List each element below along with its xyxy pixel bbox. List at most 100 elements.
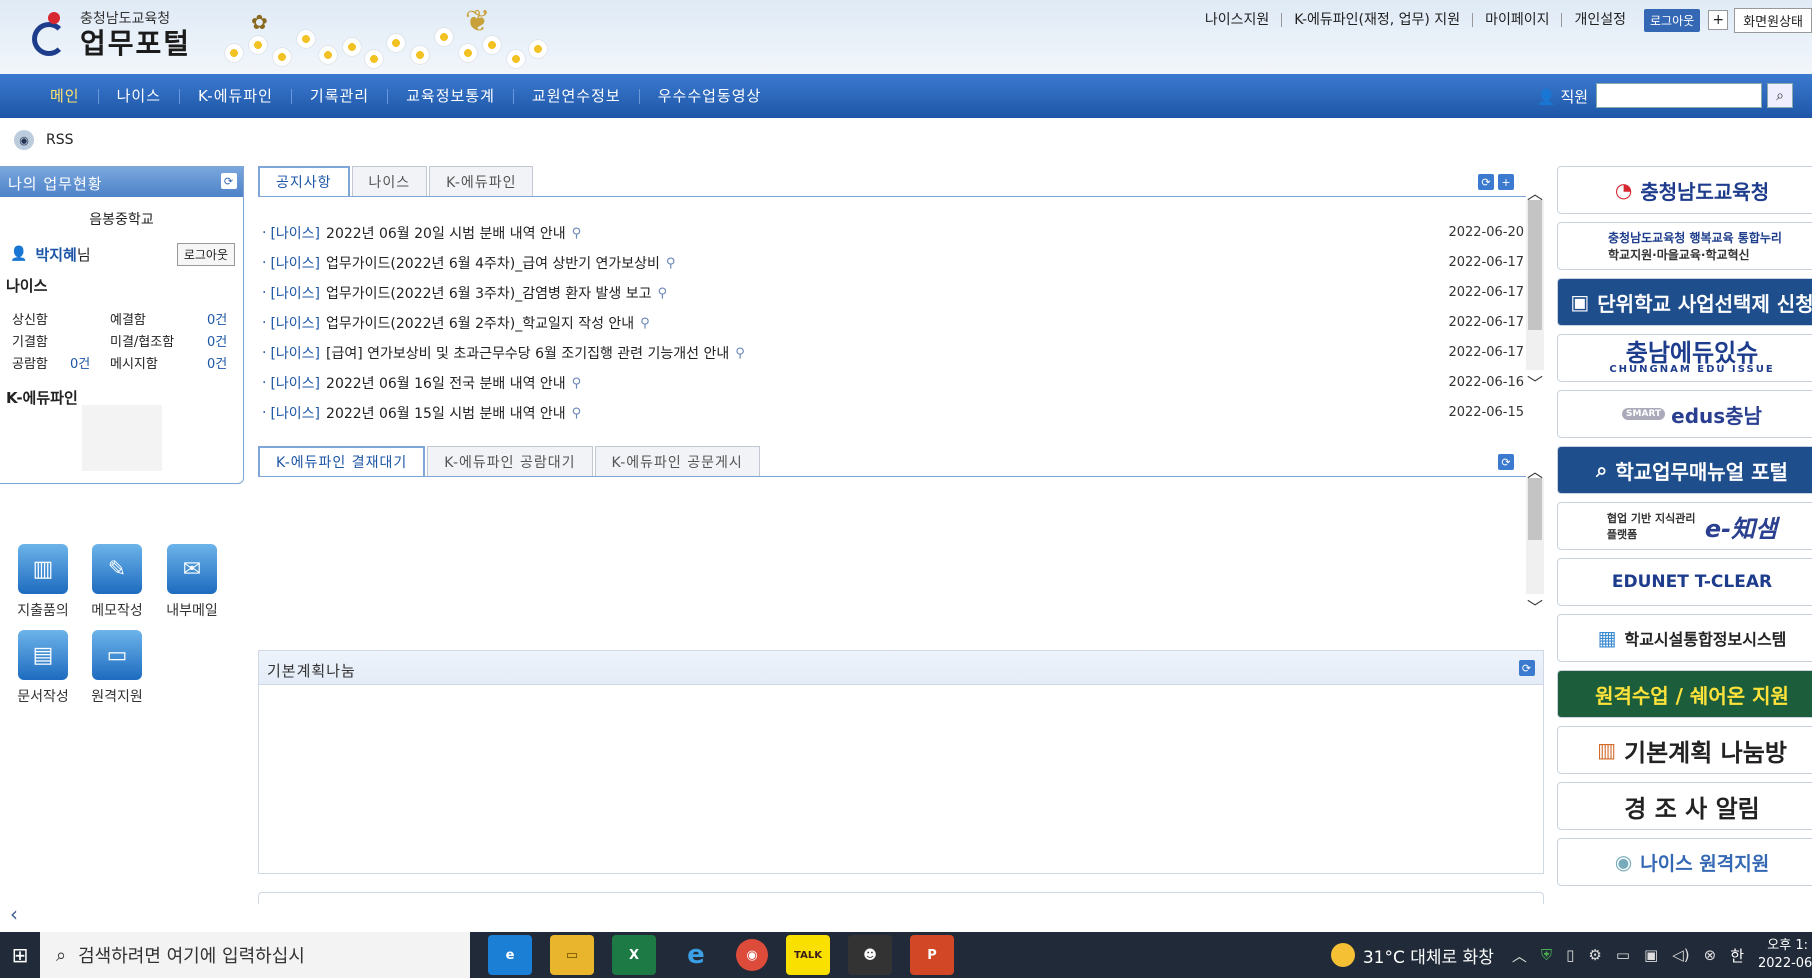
portal-logo[interactable]: 충청남도교육청 업무포털 (30, 10, 191, 60)
nav-item-neis[interactable]: 나이스 (99, 88, 181, 104)
attachment-icon: ⚲ (665, 255, 676, 271)
chrome-icon[interactable]: ◉ (736, 939, 768, 971)
staff-search-input[interactable] (1596, 83, 1762, 108)
banner-cnedu[interactable]: ◔ 충청남도교육청 (1557, 166, 1812, 214)
notice-item[interactable]: · [나이스] 업무가이드(2022년 6월 4주차)_급여 상반기 연가보상비 ⚲… (262, 248, 1524, 278)
notice-item[interactable]: · [나이스] 업무가이드(2022년 6월 2주차)_학교일지 작성 안내 ⚲ 2… (262, 308, 1524, 338)
kedufine-scrollbar[interactable]: ︿ ﹀ (1526, 458, 1544, 617)
nav-item-records[interactable]: 기록관리 (292, 88, 389, 104)
stat-gongram[interactable]: 공람함 (12, 353, 48, 372)
windows-start-icon[interactable]: ⊞ (0, 932, 40, 978)
tab-kedufine-documents[interactable]: K-에듀파인 공문게시 (594, 446, 760, 476)
notice-item[interactable]: · [나이스] 업무가이드(2022년 6월 3주차)_감염병 환자 발생 보고 ⚲… (262, 278, 1524, 308)
stat-sangsin[interactable]: 상신함 (12, 309, 48, 328)
quick-write-memo[interactable]: ✎ 메모작성 (82, 544, 152, 620)
device-icon[interactable]: ▯ (1566, 946, 1574, 964)
nav-item-kedufine[interactable]: K-에듀파인 (180, 88, 292, 104)
chevron-left-icon[interactable]: ‹ (10, 902, 18, 926)
scrollbar-thumb[interactable] (1528, 200, 1542, 330)
tab-kedufine[interactable]: K-에듀파인 (429, 166, 534, 196)
banner-work-manual[interactable]: ⌕ 학교업무매뉴얼 포털 (1557, 446, 1812, 494)
stat-gigyeol[interactable]: 기결함 (12, 331, 48, 350)
nav-item-edu-statistics[interactable]: 교육정보통계 (388, 88, 514, 104)
quick-remote-support[interactable]: ▭ 원격지원 (82, 630, 152, 706)
screen-reset-button[interactable]: 화면원상태 (1734, 7, 1812, 33)
tab-notice[interactable]: 공지사항 (258, 166, 350, 196)
refresh-icon[interactable]: ⟳ (1478, 174, 1494, 190)
monitor-icon: ▭ (92, 630, 142, 680)
rss-link[interactable]: ◉ RSS (14, 130, 74, 150)
refresh-icon[interactable]: ⟳ (1519, 660, 1535, 676)
header-plus-button[interactable]: + (1708, 10, 1729, 30)
quick-expense-request[interactable]: ▥ 지출품의 (8, 544, 78, 620)
stat-gongram-count[interactable]: 0건 (70, 353, 90, 372)
banner-ejisaem[interactable]: 협업 기반 지식관리 플랫폼 e-知샘 (1557, 502, 1812, 550)
internet-explorer-icon[interactable]: e (674, 935, 718, 975)
chevron-up-icon[interactable]: ︿ (1512, 945, 1527, 966)
tab-kedufine-approval[interactable]: K-에듀파인 결재대기 (258, 446, 426, 476)
banner-remote-class[interactable]: 원격수업 / 쉐어온 지원 (1557, 670, 1812, 718)
banner-neis-remote[interactable]: ◉ 나이스 원격지원 (1557, 838, 1812, 886)
refresh-icon[interactable]: ⟳ (221, 173, 237, 189)
link-mypage[interactable]: 마이페이지 (1473, 13, 1563, 27)
banner-family-events[interactable]: 경 조 사 알림 (1557, 782, 1812, 830)
notice-scrollbar[interactable]: ︿ ﹀ (1526, 180, 1544, 393)
search-icon[interactable]: ⌕ (1767, 83, 1793, 108)
kakaotalk-icon[interactable]: TALK (786, 935, 830, 975)
chevron-up-icon[interactable]: ︿ (1526, 180, 1544, 203)
notice-item[interactable]: · [나이스] 2022년 06월 15일 시범 분배 내역 안내 ⚲ 2022-0… (262, 398, 1524, 428)
banner-tclear[interactable]: EDUNET T-CLEAR (1557, 558, 1812, 606)
shield-icon[interactable]: ⛨ (1541, 946, 1552, 964)
stat-yegyeol[interactable]: 예결함 (110, 309, 146, 328)
powerpoint-icon[interactable]: P (910, 935, 954, 975)
scrollbar-thumb[interactable] (1528, 478, 1542, 540)
attachment-icon: ⚲ (571, 375, 582, 391)
taskbar-clock[interactable]: 오후 1: 2022-06 (1758, 937, 1812, 973)
nav-item-teacher-training[interactable]: 교원연수정보 (514, 88, 640, 104)
user-logout-button[interactable]: 로그아웃 (176, 243, 235, 266)
stat-migyeol-count[interactable]: 0건 (207, 331, 227, 350)
nav-item-lesson-videos[interactable]: 우수수업동영상 (640, 88, 780, 104)
messenger-icon[interactable]: ☻ (848, 935, 892, 975)
file-explorer-icon[interactable]: ▭ (550, 935, 594, 975)
banner-unit-school[interactable]: ▣ 단위학교 사업선택제 신청 (1557, 278, 1812, 326)
link-personal-settings[interactable]: 개인설정 (1562, 13, 1638, 27)
chevron-down-icon[interactable]: ﹀ (1526, 370, 1544, 393)
taskbar-search[interactable]: ⌕ 검색하려면 여기에 입력하십시 (40, 932, 470, 978)
battery-icon[interactable]: ▭ (1616, 946, 1630, 964)
chevron-down-icon[interactable]: ﹀ (1526, 594, 1544, 617)
excel-icon[interactable]: X (612, 935, 656, 975)
link-kedufine-support[interactable]: K-에듀파인(재정, 업무) 지원 (1282, 13, 1474, 27)
stat-message-count[interactable]: 0건 (207, 353, 227, 372)
weather-widget[interactable]: 31°C 대체로 화창 (1330, 943, 1494, 968)
notice-item[interactable]: · [나이스] 2022년 06월 20일 시범 분배 내역 안내 ⚲ 2022-0… (262, 218, 1524, 248)
tab-neis[interactable]: 나이스 (351, 166, 428, 196)
link-neis-support[interactable]: 나이스지원 (1193, 13, 1283, 27)
stat-migyeol[interactable]: 미결/협조함 (110, 331, 174, 350)
volume-icon[interactable]: ◁) (1672, 946, 1689, 964)
edge-icon[interactable]: e (488, 935, 532, 975)
stat-message[interactable]: 메시지함 (110, 353, 158, 372)
ime-indicator[interactable]: 한 (1730, 945, 1744, 966)
close-circle-icon[interactable]: ⊗ (1704, 946, 1717, 964)
banner-plan-share[interactable]: ▥ 기본계획 나눔방 (1557, 726, 1812, 774)
quick-write-document[interactable]: ▤ 문서작성 (8, 630, 78, 706)
nav-item-main[interactable]: 메인 (32, 88, 99, 104)
banner-edu-issue[interactable]: 충남에듀있슈 CHUNGNAM EDU ISSUE (1557, 334, 1812, 382)
banner-edus[interactable]: SMART edus충남 (1557, 390, 1812, 438)
network-icon[interactable]: ▣ (1644, 946, 1658, 964)
app-tray-icon[interactable]: ⚙ (1588, 946, 1601, 964)
notice-item[interactable]: · [나이스] [급여] 연가보상비 및 초과근무수당 6월 조기집행 관련 기능… (262, 338, 1524, 368)
tab-kedufine-review[interactable]: K-에듀파인 공람대기 (427, 446, 593, 476)
plus-icon[interactable]: + (1498, 174, 1514, 190)
work-status-panel: 나의 업무현황 ⟳ 음봉중학교 👤 박지혜 님 로그아웃 나이스 상신함 예결함… (0, 166, 244, 484)
quick-internal-mail[interactable]: ✉ 내부메일 (157, 544, 227, 620)
stat-yegyeol-count[interactable]: 0건 (207, 309, 227, 328)
header-logout-button[interactable]: 로그아웃 (1644, 8, 1701, 32)
notice-item[interactable]: · [나이스] 2022년 06월 16일 전국 분배 내역 안내 ⚲ 2022-0… (262, 368, 1524, 398)
chevron-up-icon[interactable]: ︿ (1526, 458, 1544, 481)
banner-facility-info[interactable]: ▦ 학교시설통합정보시스템 (1557, 614, 1812, 662)
plan-sharing-header: 기본계획나눔 ⟳ (259, 651, 1543, 685)
refresh-icon[interactable]: ⟳ (1498, 454, 1514, 470)
banner-happy-edu[interactable]: 충청남도교육청 행복교육 통합누리 학교지원·마을교육·학교혁신 (1557, 222, 1812, 270)
